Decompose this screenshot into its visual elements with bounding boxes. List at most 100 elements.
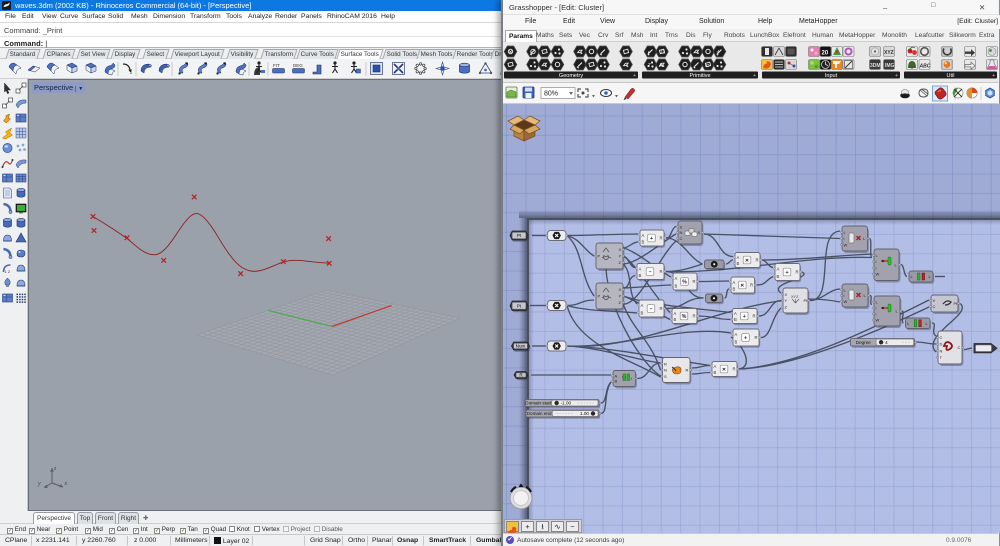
svg-text:Primitive: Primitive (689, 73, 710, 79)
svg-text:A: A (734, 311, 737, 316)
svg-text:A: A (641, 303, 644, 308)
svg-text:R: R (755, 335, 758, 340)
svg-text:R: R (693, 279, 696, 284)
svg-text:i: i (876, 306, 877, 311)
svg-text:i: i (876, 259, 877, 264)
svg-text:%: % (682, 279, 687, 285)
svg-text:C: C (940, 335, 943, 340)
svg-text:N: N (664, 368, 667, 373)
svg-text:+: + (992, 73, 995, 79)
svg-text:A: A (737, 255, 740, 260)
svg-text:R: R (686, 368, 689, 373)
svg-text:B: B (737, 261, 740, 266)
svg-text:S: S (664, 374, 667, 379)
svg-text:Pt: Pt (517, 233, 522, 238)
svg-text:C: C (680, 236, 683, 241)
svg-text:XYZ: XYZ (884, 50, 894, 56)
svg-text:Pt: Pt (517, 303, 522, 308)
svg-text:Degree: Degree (856, 340, 872, 345)
svg-text:W: W (844, 299, 848, 304)
svg-text:X: X (619, 247, 622, 252)
svg-text:R: R (693, 314, 696, 319)
svg-text:R: R (660, 236, 663, 241)
svg-text:A: A (639, 266, 642, 271)
svg-text:X: X (785, 292, 788, 297)
svg-text:N: N (940, 348, 943, 353)
svg-text:R: R (660, 269, 663, 274)
svg-text:IMG: IMG (885, 63, 895, 69)
svg-text:3DM: 3DM (870, 63, 881, 69)
svg-text:z: z (53, 466, 57, 472)
svg-text:S: S (698, 230, 701, 235)
svg-text:N: N (680, 230, 683, 235)
svg-text:B: B (734, 317, 737, 322)
svg-text:B: B (777, 274, 780, 279)
svg-text:A: A (674, 311, 677, 316)
svg-text:A: A (714, 364, 717, 369)
svg-text:+: + (650, 236, 653, 242)
svg-text:2: 2 (130, 70, 133, 75)
svg-text:C: C (958, 345, 961, 350)
svg-text:B: B (615, 379, 618, 384)
svg-text:Y: Y (785, 298, 788, 303)
svg-text:D: D (940, 342, 943, 347)
svg-text:W: W (876, 318, 880, 323)
svg-text:B: B (642, 239, 645, 244)
svg-text:i: i (844, 236, 845, 241)
svg-text:−: − (648, 269, 651, 275)
svg-text:B: B (639, 273, 642, 278)
svg-text:R: R (756, 258, 759, 263)
svg-text:B: B (714, 370, 717, 375)
svg-text:XYZ: XYZ (791, 295, 799, 299)
svg-text:y: y (37, 481, 41, 487)
svg-text:x: x (64, 481, 68, 487)
svg-text:−: − (649, 306, 652, 312)
svg-text:X: X (619, 287, 622, 292)
svg-text:B: B (733, 286, 736, 291)
svg-text:S: S (680, 224, 683, 229)
svg-text:P: P (598, 254, 601, 259)
svg-text:A: A (733, 280, 736, 285)
svg-text:B: B (674, 317, 677, 322)
svg-text:W: W (844, 242, 848, 247)
svg-text:1 2: 1 2 (5, 269, 11, 274)
svg-text:80%: 80% (544, 91, 558, 98)
svg-text:A: A (642, 233, 645, 238)
svg-text:ID: ID (705, 63, 710, 68)
svg-text:4: 4 (885, 340, 888, 345)
svg-text:20: 20 (822, 51, 829, 57)
svg-text:+: + (753, 73, 756, 79)
svg-text:B: B (735, 339, 738, 344)
svg-text:ABC: ABC (919, 64, 931, 70)
svg-text:i: i (876, 265, 877, 270)
svg-text:Domain start: Domain start (525, 401, 552, 406)
svg-text:C: C (933, 304, 936, 309)
svg-text:R: R (750, 283, 753, 288)
svg-text:A: A (675, 276, 678, 281)
svg-text:A: A (615, 373, 618, 378)
svg-text:✕: ✕ (745, 258, 749, 264)
svg-text:i: i (876, 312, 877, 317)
svg-text:B: B (641, 310, 644, 315)
svg-text:R: R (753, 314, 756, 319)
svg-text:✕: ✕ (508, 50, 513, 56)
svg-text:P: P (598, 294, 601, 299)
svg-text:+: + (744, 335, 747, 341)
svg-text:B: B (675, 283, 678, 288)
svg-text:Util: Util (947, 73, 955, 79)
svg-text:7: 7 (648, 63, 651, 69)
svg-text:A: A (777, 267, 780, 272)
svg-text:FIT: FIT (273, 63, 280, 68)
svg-text:R: R (733, 367, 736, 372)
svg-text:R: R (660, 306, 663, 311)
svg-text:+: + (895, 73, 898, 79)
svg-text:Input: Input (825, 73, 838, 79)
svg-text:R: R (796, 270, 799, 275)
svg-text:R: R (664, 361, 667, 366)
svg-text:Y: Y (619, 294, 622, 299)
svg-text:Domain end: Domain end (527, 411, 552, 416)
svg-text:Geometry: Geometry (559, 73, 583, 79)
svg-text:I: I (631, 376, 632, 381)
svg-text:+: + (743, 314, 746, 320)
svg-text:01: 01 (660, 50, 666, 56)
